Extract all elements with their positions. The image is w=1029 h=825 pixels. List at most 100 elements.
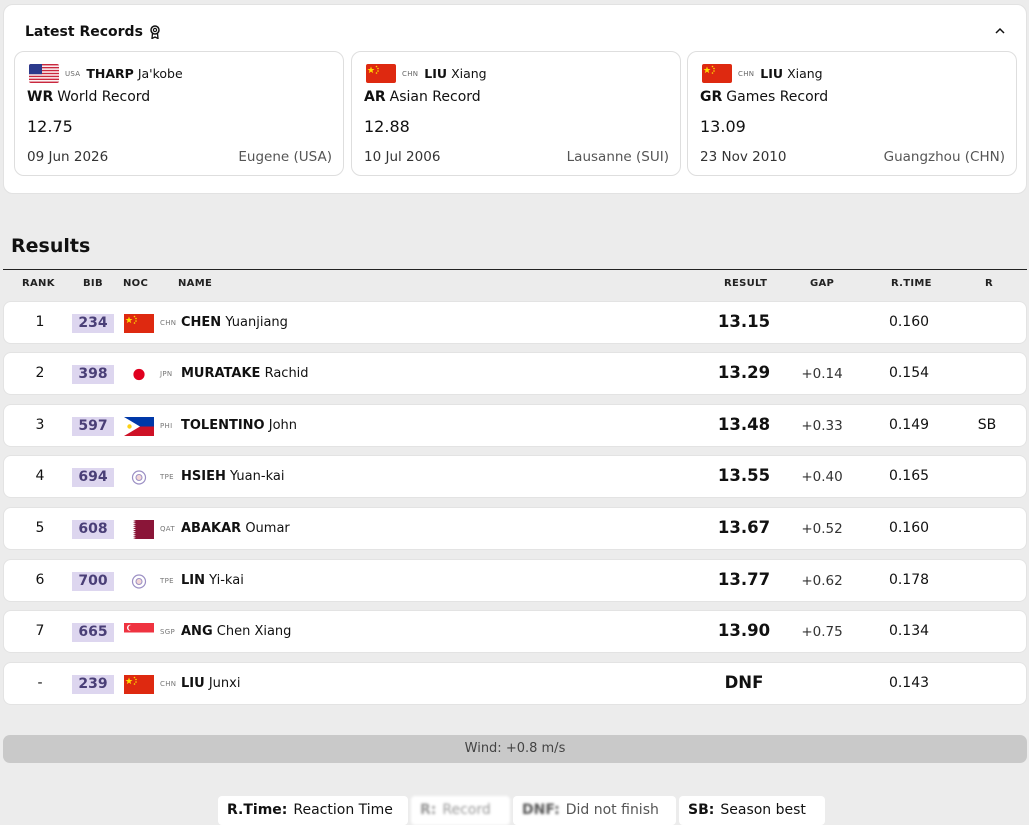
row-result: 13.29 — [717, 363, 771, 382]
record-noc: CHN — [738, 69, 755, 78]
col-header-name: NAME — [178, 278, 213, 289]
row-result: 13.15 — [717, 312, 771, 331]
record-athlete-name: THARP Ja'kobe — [86, 66, 183, 81]
row-noc: TPE — [160, 577, 174, 585]
row-noc: SGP — [160, 628, 175, 636]
row-athlete-name: TOLENTINO John — [181, 418, 298, 433]
row-gap: +0.52 — [801, 521, 843, 537]
flag-chn-icon — [124, 675, 154, 694]
table-row[interactable]: 2 398 JPN MURATAKE Rachid 13.29 +0.14 0.… — [3, 352, 1027, 395]
flag-tpe-icon — [124, 572, 154, 591]
record-athlete: USA THARP Ja'kobe — [29, 64, 183, 83]
record-card-ar[interactable]: CHN LIU Xiang AR Asian Record 12.88 10 Ju… — [351, 51, 681, 176]
results-table-header: RANK BIB NOC NAME RESULT GAP R.TIME R — [3, 278, 1027, 294]
page: Latest Records USA THARP Ja'kobe WR Worl… — [0, 0, 1029, 825]
row-rank: 7 — [35, 623, 45, 639]
row-rank: 2 — [35, 365, 45, 381]
flag-chn-icon — [124, 314, 154, 333]
record-athlete: CHN LIU Xiang — [366, 64, 487, 83]
col-header-record: R — [985, 278, 994, 289]
record-type: WR World Record — [27, 89, 151, 105]
table-row[interactable]: 5 608 QAT ABAKAR Oumar 13.67 +0.52 0.160 — [3, 507, 1027, 550]
row-rank: 3 — [35, 417, 45, 433]
col-header-rtime: R.TIME — [891, 278, 932, 289]
row-athlete-name: MURATAKE Rachid — [181, 366, 309, 381]
table-row[interactable]: 3 597 PHI TOLENTINO John 13.48 +0.33 0.1… — [3, 404, 1027, 447]
table-row[interactable]: 1 234 CHN CHEN Yuanjiang 13.15 0.160 — [3, 301, 1027, 344]
row-reaction-time: 0.143 — [888, 675, 930, 691]
row-gap: +0.62 — [801, 573, 843, 589]
row-athlete-name: LIU Junxi — [181, 676, 241, 691]
flag-tpe-icon — [124, 468, 154, 487]
flag-sgp-icon — [124, 623, 154, 642]
record-noc: USA — [65, 69, 81, 78]
row-result: DNF — [724, 673, 764, 692]
record-type: AR Asian Record — [364, 89, 481, 105]
col-header-result: RESULT — [724, 278, 768, 289]
row-rank: 4 — [35, 468, 45, 484]
record-time: 12.88 — [364, 117, 410, 136]
flag-chn-icon — [366, 64, 396, 83]
record-location: Guangzhou (CHN) — [883, 149, 1005, 165]
latest-records-header: Latest Records — [25, 24, 161, 40]
legend-reaction-time: R.Time: Reaction Time — [218, 796, 408, 825]
row-result: 13.77 — [717, 570, 771, 589]
latest-records-title: Latest Records — [25, 24, 143, 40]
flag-phi-icon — [124, 417, 154, 436]
legend-season-best: SB: Season best — [679, 796, 825, 825]
latest-records-panel: Latest Records USA THARP Ja'kobe WR Worl… — [3, 4, 1027, 194]
table-row[interactable]: 7 665 SGP ANG Chen Xiang 13.90 +0.75 0.1… — [3, 610, 1027, 653]
row-noc: PHI — [160, 422, 173, 430]
row-bib: 398 — [72, 365, 114, 384]
col-header-bib: BIB — [83, 278, 103, 289]
row-bib: 665 — [72, 623, 114, 642]
table-row[interactable]: - 239 CHN LIU Junxi DNF 0.143 — [3, 662, 1027, 705]
chevron-up-icon[interactable] — [992, 23, 1008, 39]
row-noc: QAT — [160, 525, 175, 533]
legend-dnf: DNF: Did not finish — [513, 796, 676, 825]
row-noc: CHN — [160, 319, 177, 327]
row-gap: +0.75 — [801, 624, 843, 640]
record-location: Eugene (USA) — [238, 149, 332, 165]
row-bib: 597 — [72, 417, 114, 436]
table-row[interactable]: 6 700 TPE LIN Yi-kai 13.77 +0.62 0.178 — [3, 559, 1027, 602]
row-noc: TPE — [160, 473, 174, 481]
row-athlete-name: HSIEH Yuan-kai — [181, 469, 285, 484]
row-bib: 239 — [72, 675, 114, 694]
row-reaction-time: 0.160 — [888, 520, 930, 536]
row-bib: 608 — [72, 520, 114, 539]
flag-qat-icon — [124, 520, 154, 539]
results-divider — [3, 269, 1027, 270]
record-time: 12.75 — [27, 117, 73, 136]
row-bib: 694 — [72, 468, 114, 487]
row-reaction-time: 0.154 — [888, 365, 930, 381]
results-title: Results — [11, 235, 91, 257]
row-result: 13.48 — [717, 415, 771, 434]
row-athlete-name: ANG Chen Xiang — [181, 624, 292, 639]
row-record: SB — [977, 417, 997, 433]
row-gap: +0.40 — [801, 469, 843, 485]
record-time: 13.09 — [700, 117, 746, 136]
row-reaction-time: 0.160 — [888, 314, 930, 330]
record-card-gr[interactable]: CHN LIU Xiang GR Games Record 13.09 23 No… — [687, 51, 1017, 176]
record-date: 23 Nov 2010 — [700, 149, 787, 165]
row-result: 13.90 — [717, 621, 771, 640]
record-date: 09 Jun 2026 — [27, 149, 109, 165]
record-type: GR Games Record — [700, 89, 829, 105]
record-athlete: CHN LIU Xiang — [702, 64, 823, 83]
flag-jpn-icon — [124, 365, 154, 384]
col-header-noc: NOC — [123, 278, 149, 289]
row-bib: 234 — [72, 314, 114, 333]
flag-usa-icon — [29, 64, 59, 83]
row-rank: - — [37, 675, 43, 691]
row-noc: JPN — [160, 370, 173, 378]
row-gap: +0.14 — [801, 366, 843, 382]
col-header-gap: GAP — [810, 278, 835, 289]
table-row[interactable]: 4 694 TPE HSIEH Yuan-kai 13.55 +0.40 0.1… — [3, 455, 1027, 498]
record-card-wr[interactable]: USA THARP Ja'kobe WR World Record 12.75 0… — [14, 51, 344, 176]
legend-record: R: Record — [411, 796, 510, 825]
row-bib: 700 — [72, 572, 114, 591]
col-header-rank: RANK — [22, 278, 55, 289]
row-athlete-name: ABAKAR Oumar — [181, 521, 290, 536]
record-location: Lausanne (SUI) — [566, 149, 669, 165]
